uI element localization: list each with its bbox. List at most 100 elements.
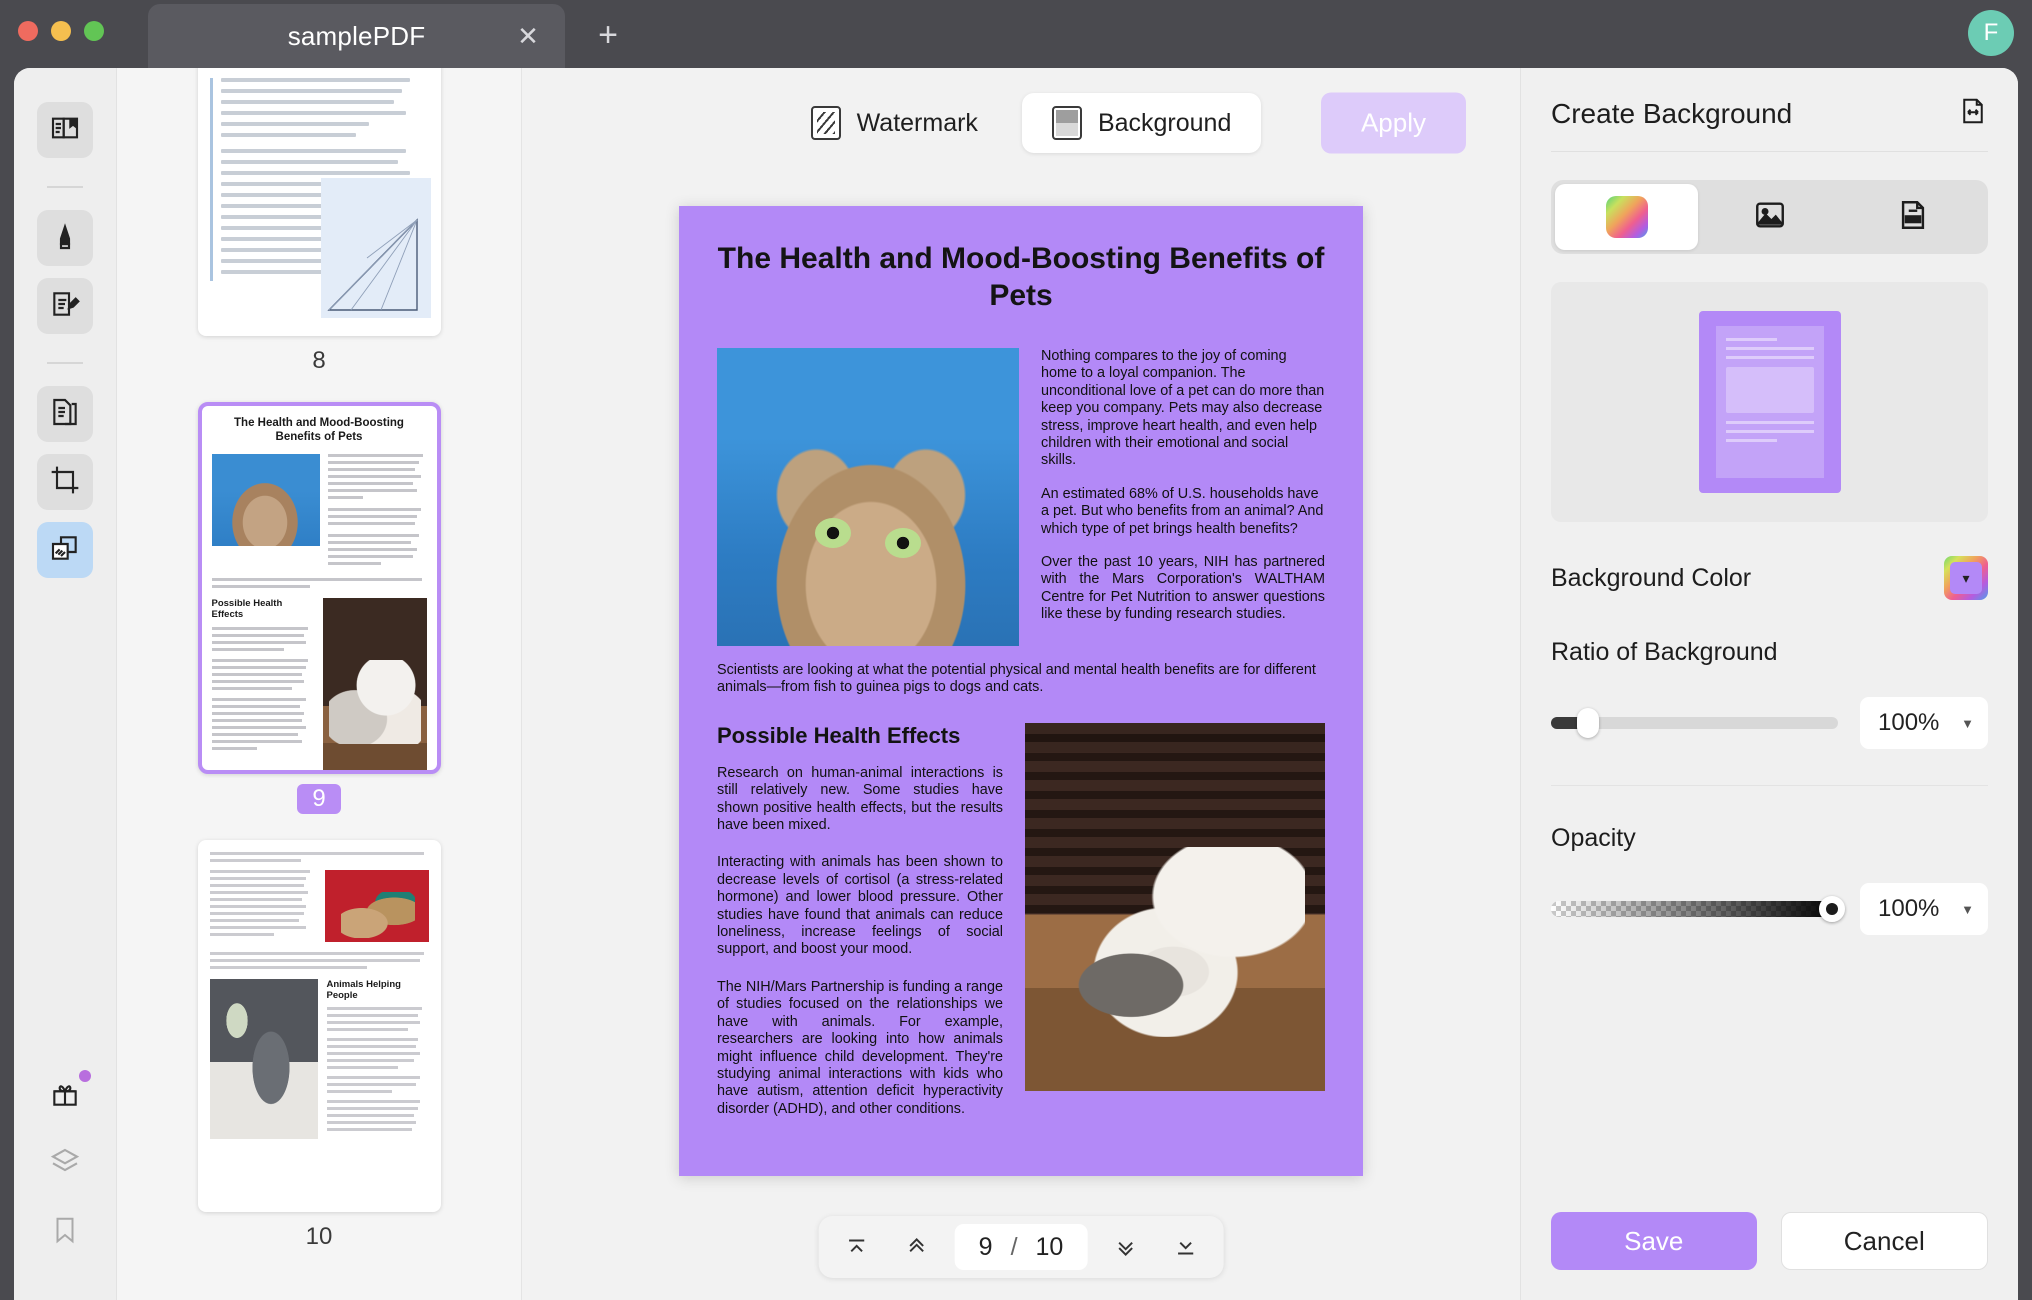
sidebar-item-bookmarks[interactable]	[37, 1204, 93, 1260]
tool-rail	[14, 68, 117, 1300]
intro-text-column: Nothing compares to the joy of coming ho…	[1041, 348, 1325, 646]
sidebar-item-gifts[interactable]	[37, 1068, 93, 1124]
list-item-label: 10	[297, 1222, 341, 1252]
bookmark-icon	[50, 1215, 80, 1250]
editor-area: Watermark Background Apply The Health an…	[522, 68, 1520, 1300]
apply-button[interactable]: Apply	[1321, 93, 1466, 154]
thumbnail-panel[interactable]: 8 The Health and Mood-Boosting Benefits …	[117, 68, 522, 1300]
chevron-down-icon: ▼	[1961, 716, 1974, 731]
thumb10-mid-text	[210, 952, 429, 969]
close-window-button[interactable]	[18, 21, 38, 41]
sidebar-item-layers[interactable]	[37, 1136, 93, 1192]
sidebar-item-annotate-tool[interactable]	[37, 278, 93, 334]
document-pencil-icon	[49, 288, 81, 325]
file-pdf-icon	[1896, 198, 1930, 237]
list-item[interactable]: The Health and Mood-Boosting Benefits of…	[198, 402, 441, 774]
rail-divider	[47, 186, 83, 188]
ratio-slider-row: 100% ▼	[1551, 697, 1988, 749]
thumb9-section-title: Possible Health Effects	[212, 598, 315, 620]
background-type-tabs	[1551, 180, 1988, 254]
kitten-figure	[1077, 927, 1227, 1039]
avatar[interactable]: F	[1968, 10, 2014, 56]
chevron-down-icon: ▾	[1950, 562, 1982, 594]
document-page[interactable]: The Health and Mood-Boosting Benefits of…	[679, 206, 1363, 1176]
image-icon	[1753, 198, 1787, 237]
ratio-slider-track[interactable]	[1551, 717, 1838, 729]
background-color-label: Background Color	[1551, 564, 1751, 593]
rail-bottom-group	[37, 1068, 93, 1300]
background-settings-panel: Create Background	[1520, 68, 2018, 1300]
thumb9-lead	[212, 578, 427, 588]
highlighter-icon	[49, 220, 81, 257]
document-resize-icon[interactable]	[1958, 96, 1988, 131]
page-canvas[interactable]: The Health and Mood-Boosting Benefits of…	[522, 178, 1520, 1300]
paragraph: Research on human-animal interactions is…	[717, 765, 1003, 835]
minimize-window-button[interactable]	[51, 21, 71, 41]
page-number-field[interactable]: 9 / 10	[955, 1224, 1088, 1270]
opacity-value: 100%	[1878, 895, 1939, 923]
list-item[interactable]	[198, 68, 441, 336]
preview-page	[1699, 311, 1841, 493]
preview-page-content	[1716, 326, 1824, 478]
list-item[interactable]: Animals Helping People	[198, 840, 441, 1212]
cat-photo	[717, 348, 1019, 646]
app-shell: 8 The Health and Mood-Boosting Benefits …	[14, 68, 2018, 1300]
list-item-label: 9	[297, 784, 341, 814]
book-bookmark-icon	[49, 112, 81, 149]
ratio-value: 100%	[1878, 709, 1939, 737]
cancel-button[interactable]: Cancel	[1781, 1212, 1989, 1270]
plus-icon[interactable]: +	[590, 18, 626, 54]
close-icon[interactable]: ✕	[513, 21, 543, 51]
thumbnail-list: 8 The Health and Mood-Boosting Benefits …	[117, 68, 521, 1278]
list-item-label: 8	[297, 346, 341, 376]
chevron-down-icon[interactable]	[1103, 1225, 1147, 1269]
background-icon	[1052, 106, 1082, 140]
ratio-slider-thumb[interactable]	[1577, 708, 1599, 738]
thumb9-row1	[212, 454, 427, 569]
maximize-window-button[interactable]	[84, 21, 104, 41]
sidebar-item-reader-view[interactable]	[37, 102, 93, 158]
paragraph: Over the past 10 years, NIH has partnere…	[1041, 554, 1325, 624]
opacity-slider-thumb[interactable]	[1819, 896, 1845, 922]
paragraph: The NIH/Mars Partnership is funding a ra…	[717, 979, 1003, 1118]
cat-eye-left	[815, 518, 851, 548]
prism-diagram	[321, 178, 431, 318]
tab-background-image[interactable]	[1698, 184, 1841, 250]
paragraph: Nothing compares to the joy of coming ho…	[1041, 348, 1325, 470]
thumb10-top-text	[210, 852, 429, 862]
chevron-up-icon[interactable]	[895, 1225, 939, 1269]
opacity-group: Opacity 100% ▼	[1551, 824, 1988, 935]
color-picker-button[interactable]: ▾	[1944, 556, 1988, 600]
document-row-1: Nothing compares to the joy of coming ho…	[717, 348, 1325, 646]
opacity-label: Opacity	[1551, 824, 1988, 853]
document-tab[interactable]: samplePDF ✕	[148, 4, 565, 68]
sidebar-item-highlight-tool[interactable]	[37, 210, 93, 266]
chevron-down-icon: ▼	[1961, 902, 1974, 917]
ratio-value-dropdown[interactable]: 100% ▼	[1860, 697, 1988, 749]
preview-chart	[1726, 367, 1814, 413]
sidebar-item-crop-page[interactable]	[37, 454, 93, 510]
thumb10-section: Animals Helping People	[327, 979, 429, 1139]
save-button[interactable]: Save	[1551, 1212, 1757, 1270]
sidebar-item-organize-pages[interactable]	[37, 386, 93, 442]
opacity-slider-track[interactable]	[1551, 901, 1838, 917]
group-divider	[1551, 785, 1988, 786]
panel-footer: Save Cancel	[1521, 1212, 2018, 1300]
background-color-row: Background Color ▾	[1551, 556, 1988, 600]
crop-icon	[49, 464, 81, 501]
document-row-2: Possible Health Effects Research on huma…	[717, 723, 1325, 1138]
tab-background-file[interactable]	[1841, 184, 1984, 250]
sidebar-item-watermark-background[interactable]	[37, 522, 93, 578]
watermark-icon	[811, 106, 841, 140]
tab-background-color[interactable]	[1555, 184, 1698, 250]
chevron-down-bar-icon[interactable]	[1163, 1225, 1207, 1269]
thumb10-section-title: Animals Helping People	[327, 979, 429, 1001]
tab-watermark[interactable]: Watermark	[781, 93, 1008, 153]
tab-background[interactable]: Background	[1022, 93, 1261, 153]
panel-header: Create Background	[1521, 68, 2018, 151]
thumb9-row2: Possible Health Effects	[212, 598, 427, 774]
dog-and-cats-photo	[1025, 723, 1325, 1091]
current-page-value: 9	[979, 1233, 993, 1262]
opacity-value-dropdown[interactable]: 100% ▼	[1860, 883, 1988, 935]
chevron-up-bar-icon[interactable]	[835, 1225, 879, 1269]
